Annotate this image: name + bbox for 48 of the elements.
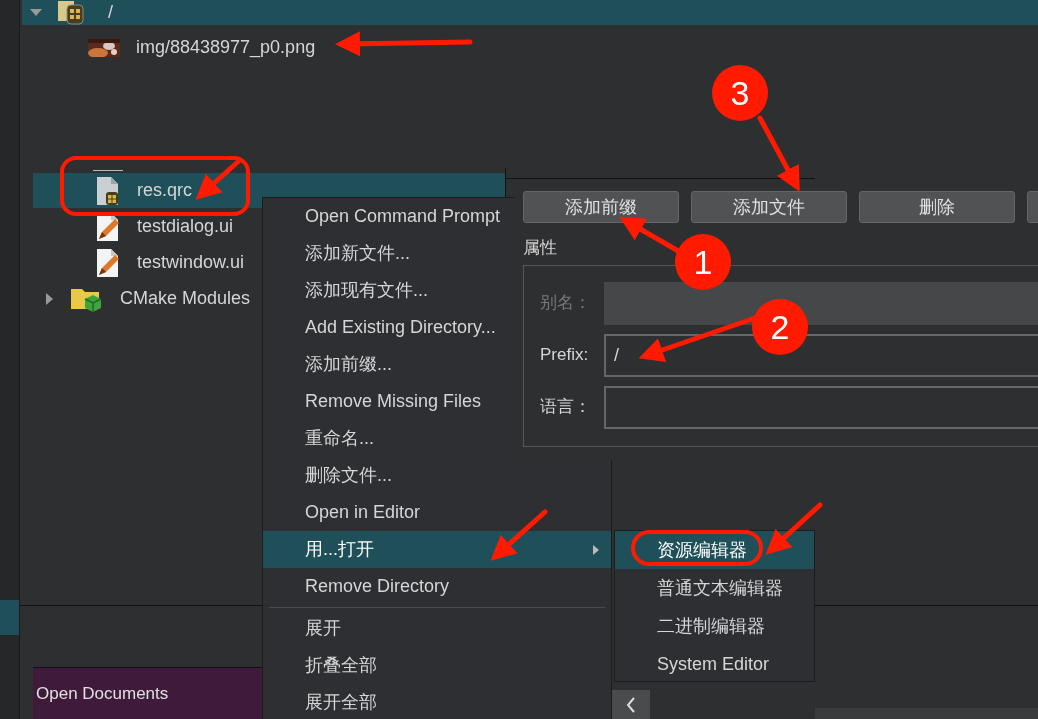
tree-item[interactable]: testdialog.ui — [95, 209, 234, 244]
menu-item[interactable]: 重命名... — [263, 420, 515, 457]
menu-item[interactable]: 折叠全部 — [263, 647, 611, 684]
menu-item[interactable]: Remove Missing Files — [263, 383, 515, 420]
tree-item-label: / — [108, 1, 113, 24]
tree-item[interactable]: testwindow.ui — [95, 245, 245, 280]
field-label: Prefix: — [540, 344, 590, 367]
menu-item[interactable]: Add Existing Directory... — [263, 309, 515, 346]
tree-item-label: res.qrc — [137, 179, 192, 202]
resource-file-icon — [95, 175, 121, 206]
field-label: 别名： — [540, 292, 592, 315]
section-title: 属性 — [523, 237, 557, 259]
text-field[interactable] — [604, 385, 1038, 429]
tree-item-label: CMake Modules — [120, 287, 251, 310]
panel-title: Open Documents — [36, 682, 169, 705]
tree-item[interactable]: CMake Modules — [46, 281, 251, 316]
menu-item[interactable]: 展开全部 — [263, 684, 611, 719]
menu-item[interactable]: 二进制编辑器 — [615, 607, 814, 645]
selected-tab-indicator — [0, 600, 19, 635]
menu-item[interactable]: 用...打开 — [263, 531, 611, 568]
tree-item-label: img/88438977_p0.png — [136, 36, 316, 60]
chevron-left-icon — [626, 696, 636, 713]
step-number-marker: 3 — [712, 65, 768, 121]
menu-item[interactable]: 添加前缀... — [263, 346, 515, 383]
menu-item[interactable]: 添加新文件... — [263, 235, 515, 272]
menu-item[interactable]: 普通文本编辑器 — [615, 569, 814, 607]
menu-item[interactable]: 删除文件... — [263, 457, 515, 494]
menu-item[interactable]: Remove Directory — [263, 568, 611, 605]
menu-item[interactable]: 展开 — [263, 610, 611, 647]
scroll-left-button[interactable] — [612, 690, 650, 719]
tree-item-label: testwindow.ui — [137, 251, 245, 274]
annotation-arrow — [765, 502, 823, 555]
tree-item-label: testdialog.ui — [137, 215, 234, 238]
tree-item[interactable]: img/88438977_p0.png — [88, 30, 316, 65]
menu-item[interactable]: 添加现有文件... — [263, 272, 515, 309]
field-label: 语言： — [540, 396, 592, 419]
menu-item[interactable]: System Editor — [615, 645, 814, 683]
toolbar-button[interactable]: 删除 — [859, 191, 1015, 223]
pencil-file-icon — [95, 247, 121, 278]
toolbar-button[interactable]: 添加文件 — [691, 191, 847, 223]
expand-arrow-icon[interactable] — [30, 8, 42, 17]
expand-arrow-icon[interactable] — [46, 292, 54, 305]
annotation-arrow — [195, 157, 243, 200]
annotation-arrow — [490, 509, 548, 561]
tree-line — [93, 170, 123, 171]
menu-item[interactable]: Open in Editor — [263, 494, 611, 531]
tree-item[interactable]: / — [22, 0, 1038, 25]
toolbar-button[interactable]: 添加前缀 — [523, 191, 679, 223]
